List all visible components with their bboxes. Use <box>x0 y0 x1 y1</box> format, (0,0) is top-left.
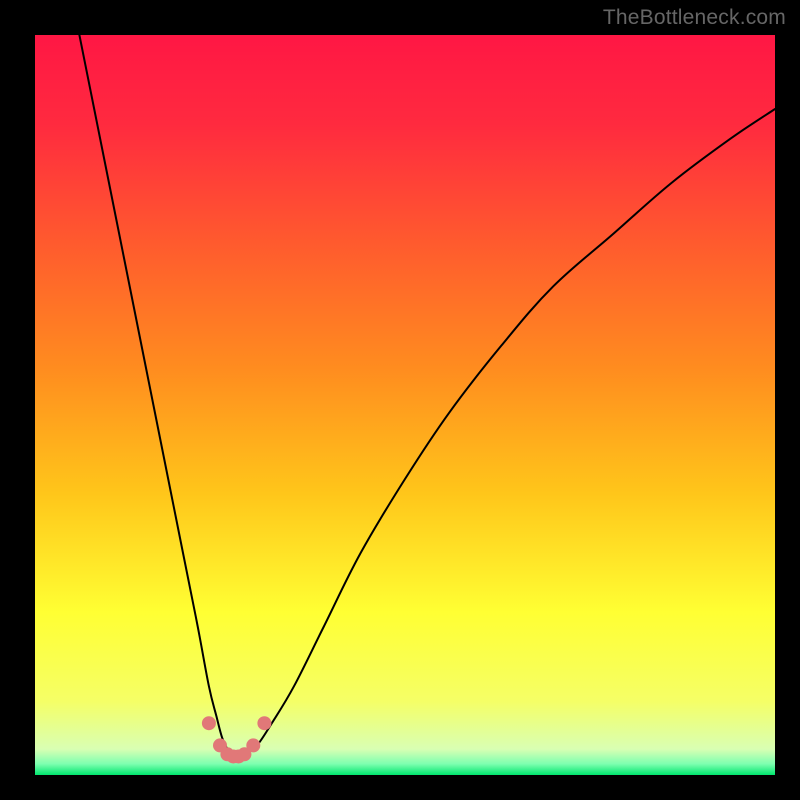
plot-background <box>35 35 775 775</box>
dip-marker <box>257 716 271 730</box>
dip-marker <box>202 716 216 730</box>
watermark-label: TheBottleneck.com <box>603 6 786 30</box>
bottleneck-chart <box>35 35 775 775</box>
outer-frame: TheBottleneck.com <box>0 0 800 800</box>
dip-marker <box>246 738 260 752</box>
